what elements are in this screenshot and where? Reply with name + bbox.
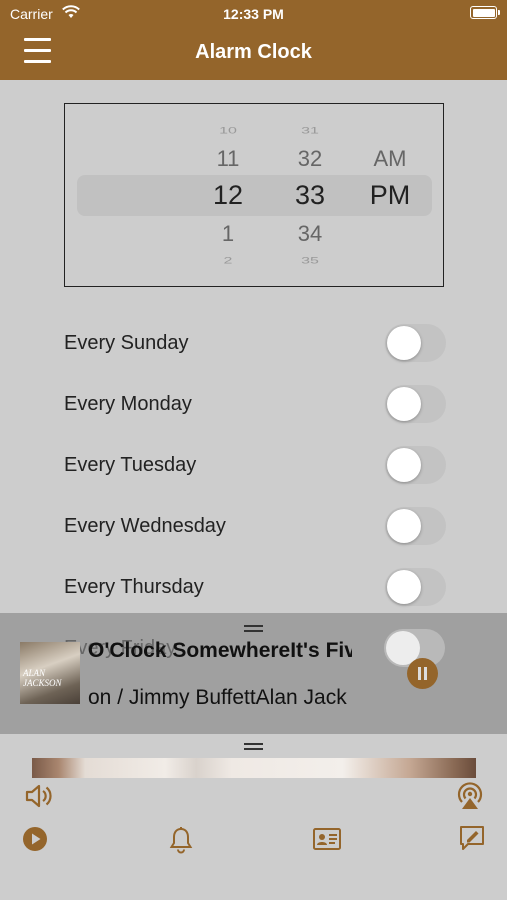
page-title: Alarm Clock [195, 41, 312, 63]
wednesday-toggle[interactable] [385, 507, 446, 545]
navigation-bar: Carrier 12:33 PM Alarm Clock [0, 0, 507, 80]
period-selected: PM [369, 180, 411, 210]
hour-option: 2 [223, 255, 233, 266]
hour-option: 11 [216, 146, 240, 171]
time-picker[interactable]: 10 11 12 1 2 31 32 33 34 35 AM PM [64, 103, 444, 287]
drag-handle-icon[interactable] [244, 625, 263, 632]
tuesday-toggle[interactable] [385, 446, 446, 484]
track-artist: on / Jimmy BuffettAlan Jack [88, 686, 347, 709]
album-art: ALAN JACKSON [20, 642, 80, 704]
drag-handle-icon[interactable] [244, 743, 263, 750]
day-row-sunday: Every Sunday [64, 322, 446, 362]
play-circle-icon[interactable] [22, 826, 48, 852]
airplay-icon[interactable] [454, 780, 486, 812]
album-art-text: ALAN JACKSON [23, 668, 62, 688]
minute-option: 35 [301, 255, 319, 266]
battery-icon [470, 6, 500, 19]
period-option: AM [373, 146, 407, 171]
pause-button[interactable] [407, 658, 438, 689]
contact-card-icon[interactable] [312, 826, 342, 852]
hour-option: 10 [219, 125, 237, 136]
track-title: O'Clock SomewhereIt's Five [88, 639, 352, 662]
day-row-tuesday: Every Tuesday [64, 444, 446, 484]
compose-message-icon[interactable] [458, 824, 486, 852]
minute-option: 32 [297, 146, 323, 171]
bell-icon[interactable] [168, 826, 194, 854]
monday-toggle[interactable] [385, 385, 446, 423]
speaker-icon[interactable] [24, 782, 54, 810]
minute-option: 34 [297, 221, 323, 246]
minute-wheel[interactable]: 31 32 33 34 35 [280, 104, 340, 286]
day-label: Every Tuesday [64, 454, 197, 476]
day-label: Every Monday [64, 393, 192, 415]
day-label: Every Wednesday [64, 515, 226, 537]
period-wheel[interactable]: AM PM [355, 104, 425, 286]
minute-option: 31 [301, 125, 319, 136]
sunday-toggle[interactable] [385, 324, 446, 362]
day-label: Every Thursday [64, 576, 204, 598]
status-bar: Carrier 12:33 PM [0, 0, 507, 28]
mini-player[interactable]: Every Friday ALAN JACKSON O'Clock Somewh… [0, 613, 507, 734]
day-row-thursday: Every Thursday [64, 566, 446, 606]
day-row-monday: Every Monday [64, 383, 446, 423]
thursday-toggle[interactable] [385, 568, 446, 606]
day-label: Every Sunday [64, 332, 189, 354]
hour-wheel[interactable]: 10 11 12 1 2 [198, 104, 258, 286]
album-art-banner [32, 758, 476, 778]
hour-selected: 12 [212, 180, 244, 210]
minute-selected: 33 [294, 180, 326, 210]
day-row-wednesday: Every Wednesday [64, 505, 446, 545]
status-time: 12:33 PM [223, 6, 284, 22]
hour-option: 1 [221, 221, 235, 246]
